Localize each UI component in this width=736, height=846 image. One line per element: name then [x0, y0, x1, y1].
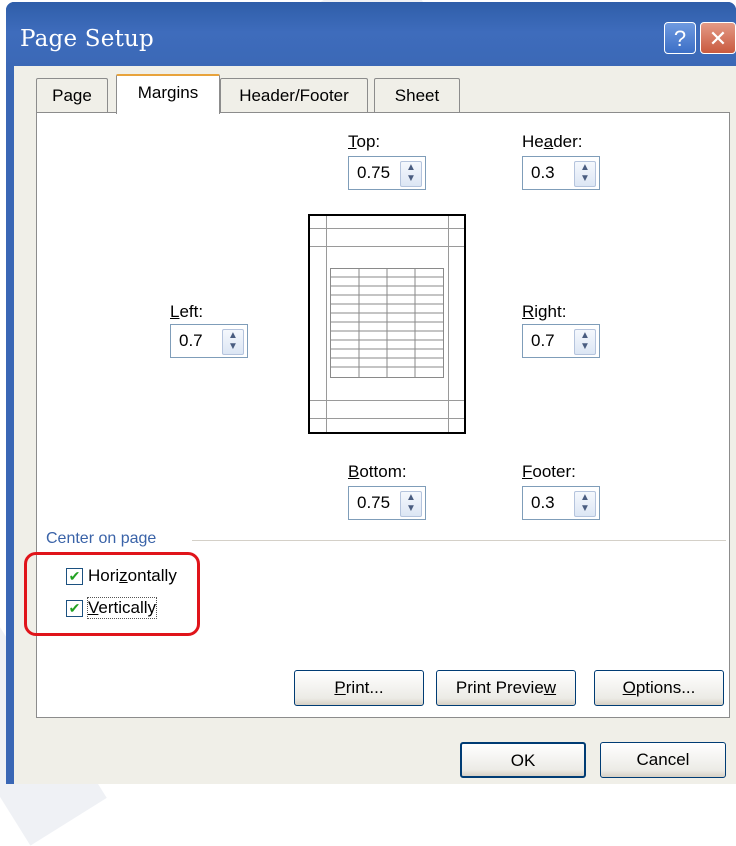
right-margin-value[interactable]: 0.7 — [531, 331, 555, 351]
right-label: Right: — [522, 302, 567, 321]
print-button[interactable]: Print... — [294, 670, 424, 706]
left-margin-value[interactable]: 0.7 — [179, 331, 203, 351]
tab-label: Page — [52, 86, 92, 105]
header-label: Header: — [522, 132, 583, 151]
options-button[interactable]: Options... — [594, 670, 724, 706]
preview-guide-line — [448, 216, 449, 432]
spinner-arrows-icon[interactable]: ▲ ▼ — [574, 161, 596, 187]
bottom-label: Bottom: — [348, 462, 407, 481]
spinner-arrows-icon[interactable]: ▲ ▼ — [400, 161, 422, 187]
top-margin-spinner[interactable]: 0.75 ▲ ▼ — [348, 156, 426, 190]
top-label: Top: — [348, 132, 381, 151]
header-margin-spinner[interactable]: 0.3 ▲ ▼ — [522, 156, 600, 190]
help-icon: ? — [673, 26, 687, 51]
header-margin-value[interactable]: 0.3 — [531, 163, 555, 183]
tab-label: Margins — [137, 83, 199, 102]
dialog-title: Page Setup — [20, 26, 154, 52]
help-button[interactable]: ? — [664, 22, 696, 54]
preview-guide-line — [310, 400, 464, 401]
preview-grid — [330, 268, 444, 378]
margin-preview-page — [308, 214, 466, 434]
footer-margin-value[interactable]: 0.3 — [531, 493, 555, 513]
tab-sheet[interactable]: Sheet — [374, 78, 460, 112]
left-label: Left: — [170, 302, 204, 321]
preview-guide-line — [310, 418, 464, 419]
tab-margins[interactable]: Margins — [116, 74, 220, 114]
spinner-arrows-icon[interactable]: ▲ ▼ — [574, 491, 596, 517]
red-highlight-annotation — [24, 552, 200, 636]
spinner-arrows-icon[interactable]: ▲ ▼ — [574, 329, 596, 355]
print-preview-button[interactable]: Print Preview — [436, 670, 576, 706]
spinner-arrows-icon[interactable]: ▲ ▼ — [222, 329, 244, 355]
dialog-body: Page Margins Header/Footer Sheet Top: 0.… — [14, 66, 736, 784]
spinner-arrows-icon[interactable]: ▲ ▼ — [400, 491, 422, 517]
tab-page[interactable]: Page — [36, 78, 108, 112]
footer-margin-spinner[interactable]: 0.3 ▲ ▼ — [522, 486, 600, 520]
group-divider — [192, 540, 726, 541]
bottom-margin-spinner[interactable]: 0.75 ▲ ▼ — [348, 486, 426, 520]
tab-label: Header/Footer — [239, 86, 349, 105]
top-margin-value[interactable]: 0.75 — [357, 163, 390, 183]
bottom-margin-value[interactable]: 0.75 — [357, 493, 390, 513]
cancel-button[interactable]: Cancel — [600, 742, 726, 778]
close-button[interactable]: ✕ — [700, 22, 736, 54]
footer-label: Footer: — [522, 462, 576, 481]
left-margin-spinner[interactable]: 0.7 ▲ ▼ — [170, 324, 248, 358]
page-setup-dialog: Page Setup ? ✕ Page Margins Header/Foote… — [6, 2, 736, 784]
preview-guide-line — [326, 216, 327, 432]
ok-button[interactable]: OK — [460, 742, 586, 778]
preview-guide-line — [310, 246, 464, 247]
right-margin-spinner[interactable]: 0.7 ▲ ▼ — [522, 324, 600, 358]
preview-guide-line — [310, 228, 464, 229]
close-icon: ✕ — [708, 26, 728, 51]
tab-header-footer[interactable]: Header/Footer — [220, 78, 368, 112]
tab-label: Sheet — [394, 86, 440, 105]
center-on-page-heading: Center on page — [46, 530, 157, 547]
